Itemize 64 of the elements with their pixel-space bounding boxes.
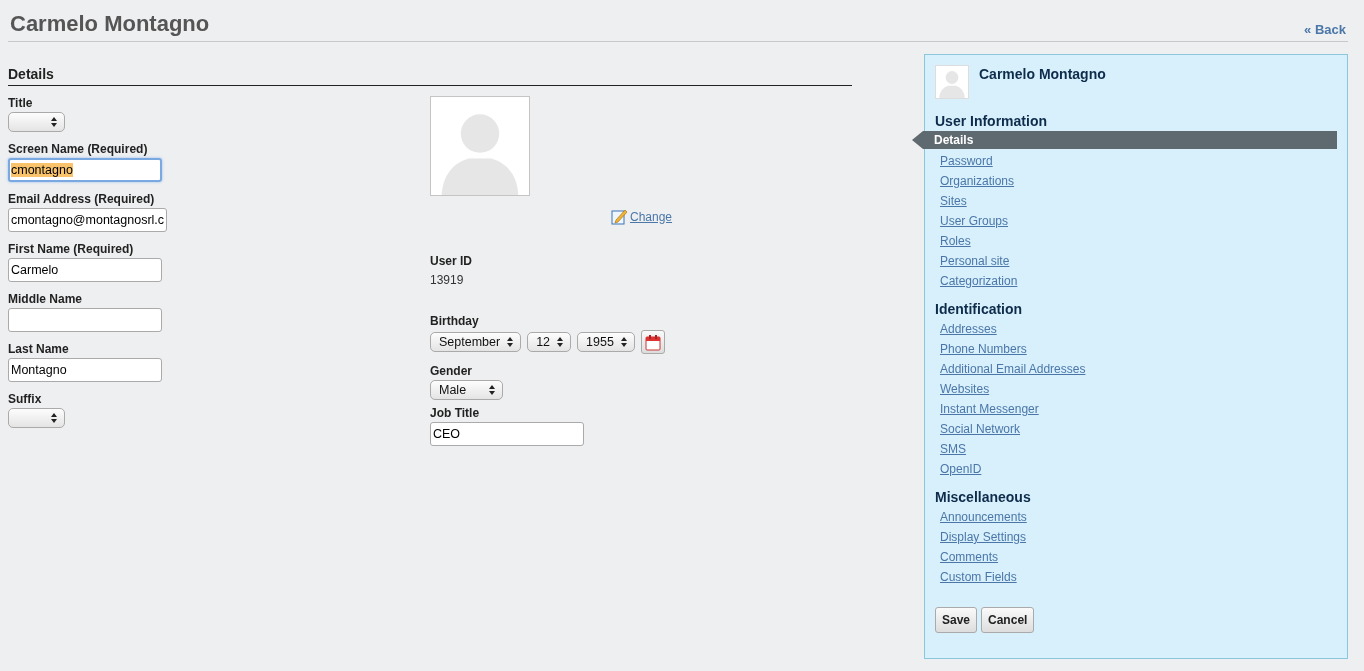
section-heading: User Information: [935, 113, 1048, 129]
nav-link[interactable]: Custom Fields: [940, 570, 1017, 584]
nav-link[interactable]: Announcements: [940, 510, 1027, 524]
nav-link[interactable]: Websites: [940, 382, 990, 396]
field-label: Suffix: [8, 392, 43, 406]
section-heading: Details: [8, 66, 852, 86]
text-field[interactable]: cmontagno@montagnosrl.c: [8, 208, 168, 232]
user-name: Carmelo Montagno: [979, 66, 1106, 82]
save-button[interactable]: Save: [935, 607, 978, 633]
field-label: First Name (Required): [8, 242, 135, 256]
nav-link[interactable]: Password: [940, 154, 993, 168]
page-title: Carmelo Montagno: [10, 11, 210, 37]
month-dropdown[interactable]: September: [430, 332, 522, 352]
calendar-button[interactable]: [640, 330, 665, 354]
change-link[interactable]: Change: [611, 208, 673, 225]
back-link[interactable]: « Back: [1304, 22, 1346, 37]
section-heading: Identification: [935, 301, 1024, 317]
dropdown[interactable]: [8, 408, 65, 428]
nav-link[interactable]: Phone Numbers: [940, 342, 1027, 356]
nav-link[interactable]: Display Settings: [940, 530, 1027, 544]
nav-link[interactable]: Comments: [940, 550, 998, 564]
field-label: Screen Name (Required): [8, 142, 149, 156]
nav-link[interactable]: Social Network: [940, 422, 1021, 436]
day-dropdown[interactable]: 12: [527, 332, 572, 352]
nav-link[interactable]: User Groups: [940, 214, 1009, 228]
nav-link[interactable]: Personal site: [940, 254, 1010, 268]
updown-arrows-icon: [50, 412, 58, 424]
user-id-value: 13919: [430, 273, 464, 287]
field-label: Birthday: [430, 314, 480, 328]
cancel-button[interactable]: Cancel: [981, 607, 1035, 633]
gender-dropdown[interactable]: Male: [430, 380, 503, 400]
updown-arrows-icon: [506, 336, 515, 348]
updown-arrows-icon: [488, 384, 496, 396]
nav-link[interactable]: Sites: [940, 194, 967, 208]
updown-arrows-icon: [50, 116, 58, 128]
nav-link[interactable]: Addresses: [940, 322, 997, 336]
nav-link[interactable]: Categorization: [940, 274, 1018, 288]
nav-item[interactable]: Details: [912, 131, 1337, 149]
pencil-edit-icon: [611, 208, 628, 225]
text-field[interactable]: cmontagno: [8, 158, 162, 182]
avatar-placeholder: [935, 65, 969, 99]
field-label: Job Title: [430, 406, 481, 420]
section-heading: Miscellaneous: [935, 489, 1032, 505]
nav-link[interactable]: Roles: [940, 234, 971, 248]
field-label: Title: [8, 96, 34, 110]
field-label: Gender: [430, 364, 473, 378]
text-field[interactable]: CEO: [430, 422, 584, 446]
nav-link[interactable]: Additional Email Addresses: [940, 362, 1086, 376]
text-field[interactable]: Carmelo: [8, 258, 162, 282]
nav-link[interactable]: Organizations: [940, 174, 1015, 188]
updown-arrows-icon: [556, 336, 565, 348]
field-label: User ID: [430, 254, 474, 268]
year-dropdown[interactable]: 1955: [577, 332, 635, 352]
nav-link[interactable]: Instant Messenger: [940, 402, 1039, 416]
field-label: Last Name: [8, 342, 70, 356]
field-label: Middle Name: [8, 292, 83, 306]
field-label: Email Address (Required): [8, 192, 156, 206]
nav-link[interactable]: OpenID: [940, 462, 982, 476]
calendar-icon: [644, 333, 661, 351]
updown-arrows-icon: [619, 336, 628, 348]
text-field[interactable]: Montagno: [8, 358, 162, 382]
nav-link[interactable]: SMS: [940, 442, 966, 456]
dropdown[interactable]: [8, 112, 65, 132]
text-field[interactable]: [8, 308, 162, 332]
